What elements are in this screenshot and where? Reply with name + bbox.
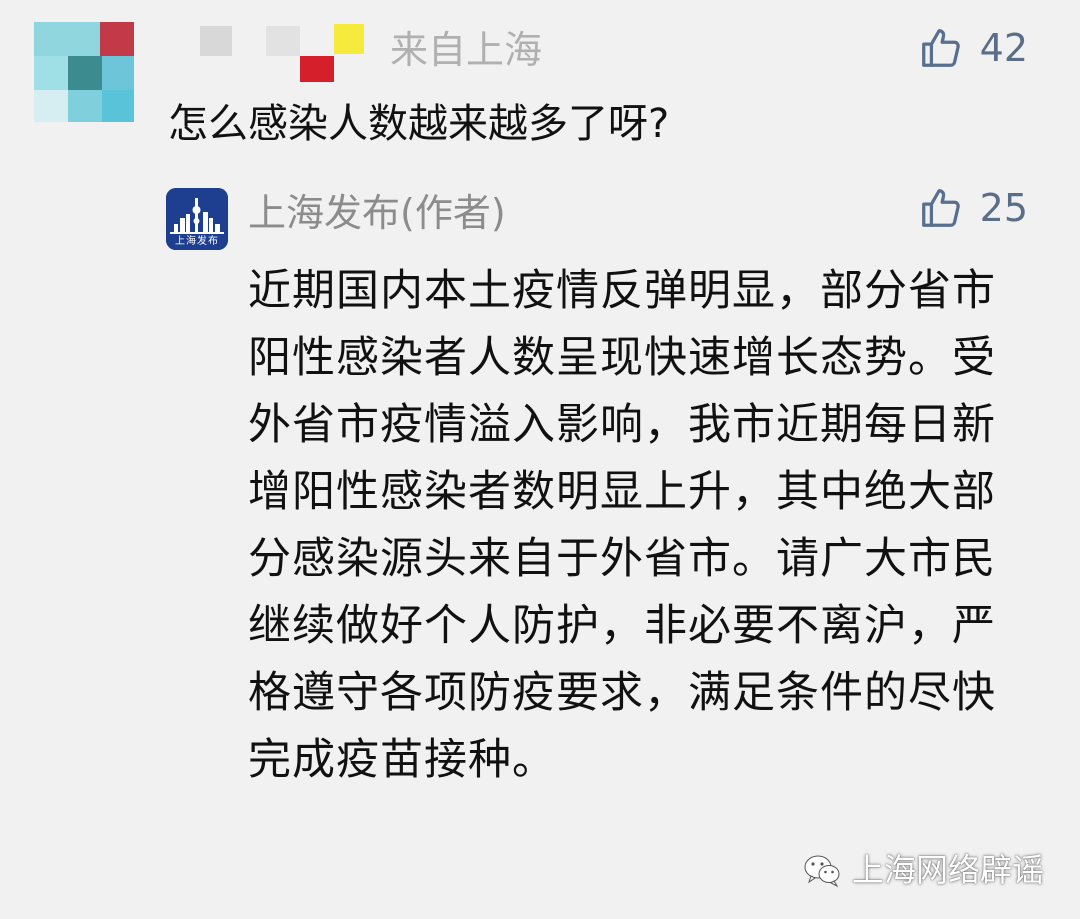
comment-thread: 来自上海 42 怎么感染人数越来越多了呀? 上海发布 上海发布(作者) 25 近… xyxy=(0,0,1080,919)
thumbs-up-icon xyxy=(921,189,960,227)
comment-like-button[interactable]: 42 xyxy=(918,24,1028,72)
reply-avatar-label: 上海发布 xyxy=(175,236,219,247)
thumbs-up-icon xyxy=(921,29,960,67)
reply-like-button[interactable]: 25 xyxy=(918,184,1028,232)
wechat-icon xyxy=(804,855,840,888)
comment-like-count: 42 xyxy=(979,26,1028,70)
commenter-name-redacted xyxy=(168,22,368,82)
reply-like-count: 25 xyxy=(979,186,1028,230)
watermark: 上海网络辟谣 xyxy=(802,850,1044,890)
commenter-location: 来自上海 xyxy=(390,28,543,72)
reply-text: 近期国内本土疫情反弹明显，部分省市阳性感染者人数呈现快速增长态势。受外省市疫情溢… xyxy=(248,266,996,785)
reply-author-avatar[interactable]: 上海发布 xyxy=(166,188,228,250)
comment-text: 怎么感染人数越来越多了呀? xyxy=(168,101,670,147)
commenter-avatar[interactable] xyxy=(34,22,134,122)
watermark-text: 上海网络辟谣 xyxy=(851,851,1044,889)
reply-author-name[interactable]: 上海发布(作者) xyxy=(248,186,506,240)
